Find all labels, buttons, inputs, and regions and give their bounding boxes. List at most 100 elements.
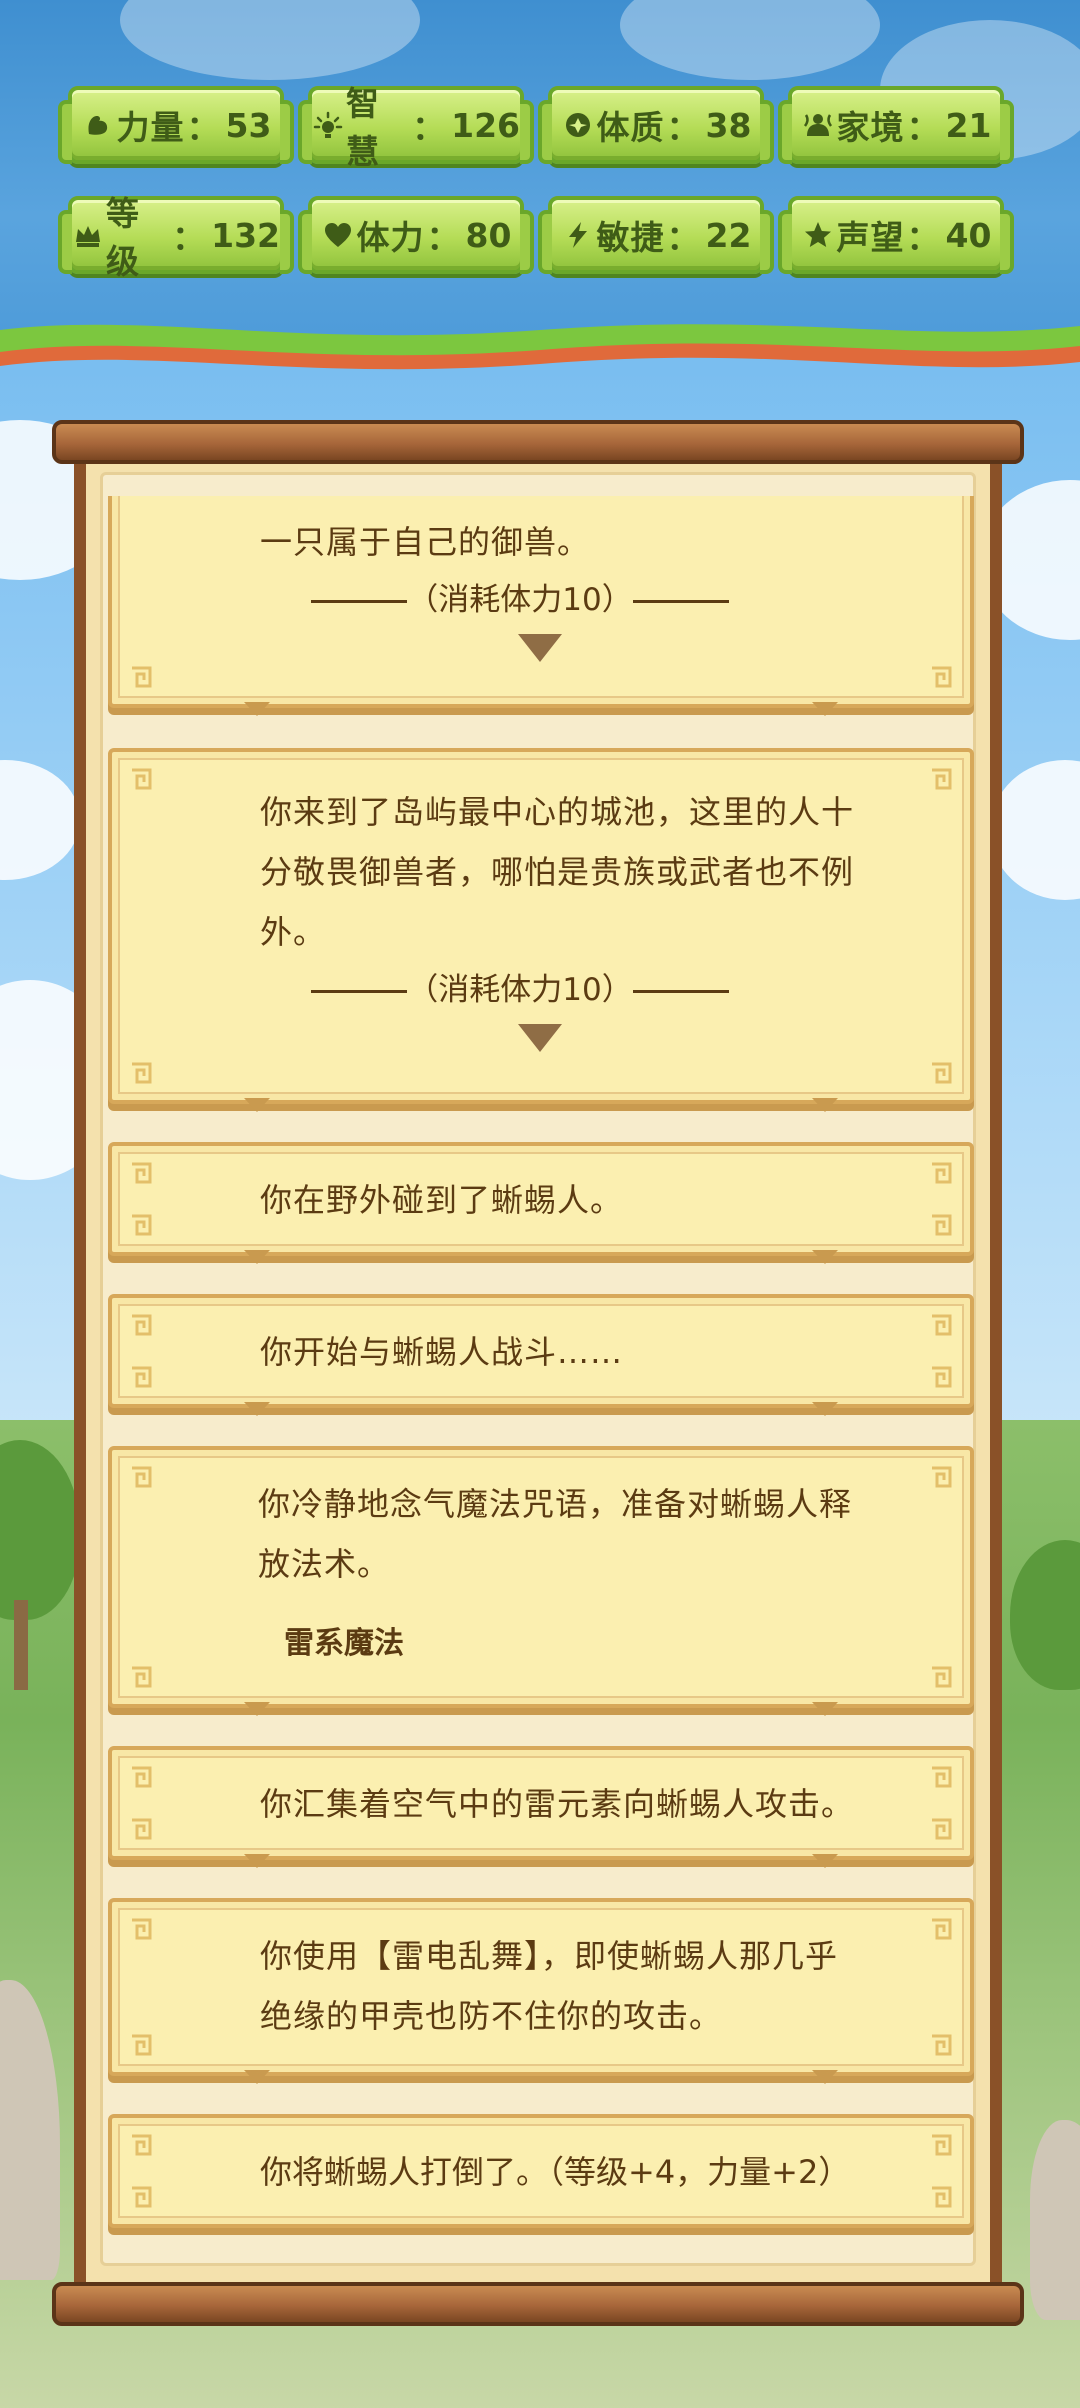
stat-value: 53	[225, 105, 272, 145]
stat-level: 等级 ： 132	[58, 194, 294, 281]
corner-ornament-icon	[130, 1366, 152, 1388]
card-stud	[244, 1701, 270, 1716]
expand-arrow-icon[interactable]	[516, 632, 564, 664]
card-stud	[244, 1401, 270, 1416]
event-line: 你使用【雷电乱舞】，即使蜥蜴人那几乎	[260, 1937, 839, 1975]
corner-ornament-icon	[930, 1162, 952, 1184]
event-text: 你冷静地念气魔法咒语，准备对蜥蜴人释 放法术。	[258, 1474, 918, 1594]
event-card: 你汇集着空气中的雷元素向蜥蜴人攻击。	[108, 1746, 974, 1868]
event-card: 你在野外碰到了蜥蜴人。	[108, 1142, 974, 1264]
stat-stamina: 体力： 80	[298, 196, 534, 274]
event-line: 分敬畏御兽者，哪怕是贵族或武者也不例	[260, 853, 855, 891]
stat-value: 80	[465, 215, 512, 255]
corner-ornament-icon	[930, 1314, 952, 1336]
stat-separator: ：	[186, 108, 220, 147]
event-line: 你来到了岛屿最中心的城池，这里的人十	[260, 793, 855, 831]
corner-ornament-icon	[930, 1466, 952, 1488]
event-line: 你开始与蜥蜴人战斗……	[260, 1333, 624, 1371]
stat-separator: ：	[426, 218, 460, 257]
corner-ornament-icon	[930, 768, 952, 790]
lightning-icon	[561, 218, 595, 252]
stat-wisdom: 智慧 ： 126	[298, 84, 534, 171]
corner-ornament-icon	[930, 1366, 952, 1388]
family-icon	[801, 108, 835, 142]
constitution-icon	[561, 108, 595, 142]
card-stud	[244, 2069, 270, 2084]
corner-ornament-icon	[130, 1918, 152, 1940]
event-text: 你开始与蜥蜴人战斗……	[260, 1322, 918, 1382]
stamina-cost: （消耗体力10）	[260, 970, 780, 1010]
event-card: 你开始与蜥蜴人战斗……	[108, 1294, 974, 1416]
corner-ornament-icon	[130, 1062, 152, 1084]
divider-line	[311, 990, 408, 993]
event-line: 放法术。	[258, 1545, 391, 1583]
event-card: 你冷静地念气魔法咒语，准备对蜥蜴人释 放法术。 雷系魔法	[108, 1446, 974, 1716]
corner-ornament-icon	[930, 2034, 952, 2056]
divider-line	[632, 990, 729, 993]
stamina-cost: （消耗体力10）	[260, 580, 780, 620]
card-stud	[812, 701, 838, 716]
event-card: 你使用【雷电乱舞】，即使蜥蜴人那几乎 绝缘的甲壳也防不住你的攻击。	[108, 1898, 974, 2084]
star-icon	[801, 218, 835, 252]
corner-ornament-icon	[130, 768, 152, 790]
corner-ornament-icon	[130, 2034, 152, 2056]
stat-constitution: 体质： 38	[538, 86, 774, 164]
corner-ornament-icon	[130, 1466, 152, 1488]
event-line: 外。	[260, 913, 327, 951]
stat-family: 家境： 21	[778, 86, 1014, 164]
scroll-roller-bottom	[52, 2282, 1024, 2326]
stat-agility: 敏捷： 22	[538, 196, 774, 274]
divider-line	[311, 600, 408, 603]
stat-label: 敏捷	[596, 218, 665, 257]
stat-label: 声望	[836, 218, 905, 257]
event-line: 绝缘的甲壳也防不住你的攻击。	[260, 1997, 723, 2035]
card-stud	[244, 1249, 270, 1264]
divider-line	[632, 600, 729, 603]
crown-icon	[72, 218, 104, 252]
event-text: 你使用【雷电乱舞】，即使蜥蜴人那几乎 绝缘的甲壳也防不住你的攻击。	[260, 1926, 918, 2046]
stat-value: 38	[705, 105, 752, 145]
stat-separator: ：	[412, 108, 446, 147]
event-card: 你将蜥蜴人打倒了。（等级+4，力量+2）	[108, 2114, 974, 2228]
stat-reputation: 声望： 40	[778, 196, 1014, 274]
corner-ornament-icon	[930, 1666, 952, 1688]
stat-separator: ：	[172, 218, 206, 257]
event-scroll: 一只属于自己的御兽。 （消耗体力10） 你来到了岛屿最中心的城池，这里的人十 分…	[52, 420, 1024, 2332]
stat-separator: ：	[666, 218, 700, 257]
skill-label: 雷系魔法	[284, 1626, 404, 1661]
strength-icon	[81, 108, 115, 142]
card-stud	[812, 1097, 838, 1112]
stat-separator: ：	[906, 108, 940, 147]
event-line: 你冷静地念气魔法咒语，准备对蜥蜴人释	[258, 1485, 853, 1523]
card-stud	[812, 1701, 838, 1716]
event-line: 你在野外碰到了蜥蜴人。	[260, 1181, 624, 1219]
stat-value: 132	[211, 215, 280, 255]
event-line: 你汇集着空气中的雷元素向蜥蜴人攻击。	[260, 1785, 855, 1823]
rock	[1030, 2120, 1080, 2320]
card-stud	[812, 2069, 838, 2084]
event-line: 一只属于自己的御兽。	[260, 523, 591, 561]
corner-ornament-icon	[130, 1214, 152, 1236]
stat-label: 家境	[836, 108, 905, 147]
event-log[interactable]: 一只属于自己的御兽。 （消耗体力10） 你来到了岛屿最中心的城池，这里的人十 分…	[108, 496, 974, 2286]
stat-value: 22	[705, 215, 752, 255]
corner-ornament-icon	[130, 1766, 152, 1788]
heart-icon	[321, 218, 355, 252]
stat-label: 体力	[356, 218, 425, 257]
card-stud	[244, 1097, 270, 1112]
wisdom-icon	[312, 108, 344, 142]
event-text: 你来到了岛屿最中心的城池，这里的人十 分敬畏御兽者，哪怕是贵族或武者也不例 外。	[260, 782, 918, 962]
card-stud	[244, 701, 270, 716]
grass-wave	[0, 324, 1080, 370]
event-line: 你将蜥蜴人打倒了。（等级+4，力量+2）	[260, 2153, 851, 2191]
stat-label: 体质	[596, 108, 665, 147]
scroll-roller-top	[52, 420, 1024, 464]
stamina-cost-text: （消耗体力10）	[407, 582, 633, 618]
expand-arrow-icon[interactable]	[516, 1022, 564, 1054]
corner-ornament-icon	[130, 2134, 152, 2156]
corner-ornament-icon	[930, 1214, 952, 1236]
card-stud	[244, 1853, 270, 1868]
corner-ornament-icon	[130, 1818, 152, 1840]
event-card: 一只属于自己的御兽。 （消耗体力10）	[108, 496, 974, 716]
stamina-cost-text: （消耗体力10）	[407, 972, 633, 1008]
